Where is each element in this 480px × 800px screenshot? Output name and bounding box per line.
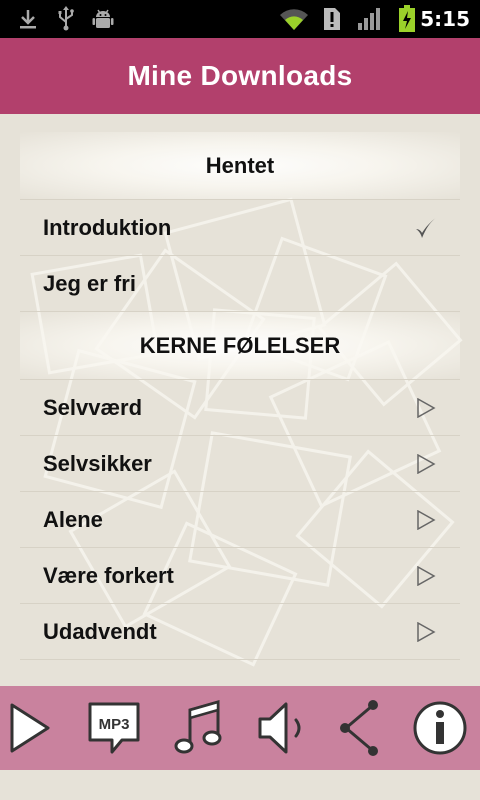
volume-button[interactable] [254, 686, 312, 770]
battery-charging-icon [396, 0, 418, 38]
download-icon [16, 0, 40, 38]
app-header: Mine Downloads [0, 38, 480, 114]
mp3-label: MP3 [99, 716, 130, 733]
section-title: KERNE FØLELSER [139, 332, 341, 358]
mp3-icon: MP3 [88, 702, 140, 754]
play-icon[interactable] [414, 508, 438, 532]
list-item-label: Selvsikker [43, 450, 152, 476]
alert-icon [322, 0, 342, 38]
list-item[interactable]: Selvværd [20, 380, 460, 436]
play-icon[interactable] [414, 620, 438, 644]
mp3-button[interactable]: MP3 [84, 686, 144, 770]
music-note-icon [174, 700, 222, 754]
share-button[interactable] [334, 686, 384, 770]
section-header-core-emotions: KERNE FØLELSER [20, 312, 460, 380]
music-button[interactable] [170, 686, 228, 770]
status-time: 5:15 [420, 7, 470, 31]
info-icon [413, 701, 467, 755]
section-header-downloaded: Hentet [20, 132, 460, 200]
android-debug-icon [90, 0, 116, 38]
list-item[interactable]: Introduktion [20, 200, 460, 256]
play-icon [10, 703, 50, 753]
list-item-label: Være forkert [43, 562, 174, 588]
signal-icon [356, 0, 384, 38]
content-area[interactable]: Hentet Introduktion Jeg er fri KERNE FØL… [0, 114, 480, 686]
status-bar: 5:15 [0, 0, 480, 38]
section-title: Hentet [205, 152, 275, 178]
checkmark-icon [414, 216, 438, 240]
downloads-list: Hentet Introduktion Jeg er fri KERNE FØL… [20, 132, 460, 660]
share-icon [340, 700, 378, 756]
play-icon[interactable] [414, 564, 438, 588]
play-icon[interactable] [414, 396, 438, 420]
play-button[interactable] [0, 686, 60, 770]
list-item-label: Alene [43, 506, 103, 532]
list-item[interactable]: Selvsikker [20, 436, 460, 492]
wifi-icon [278, 0, 310, 38]
play-icon[interactable] [414, 452, 438, 476]
list-item-label: Jeg er fri [43, 270, 136, 296]
list-item[interactable]: Være forkert [20, 548, 460, 604]
bottom-strip [0, 770, 480, 800]
volume-icon [258, 702, 301, 754]
page-title: Mine Downloads [127, 60, 353, 91]
usb-icon [54, 0, 78, 38]
bottom-toolbar: MP3 [0, 686, 480, 770]
list-item-label: Udadvendt [43, 618, 157, 644]
info-button[interactable] [410, 686, 470, 770]
list-item[interactable]: Jeg er fri [20, 256, 460, 312]
list-item[interactable]: Alene [20, 492, 460, 548]
list-item-label: Introduktion [43, 214, 172, 240]
list-item[interactable]: Udadvendt [20, 604, 460, 660]
list-item-label: Selvværd [43, 394, 143, 420]
